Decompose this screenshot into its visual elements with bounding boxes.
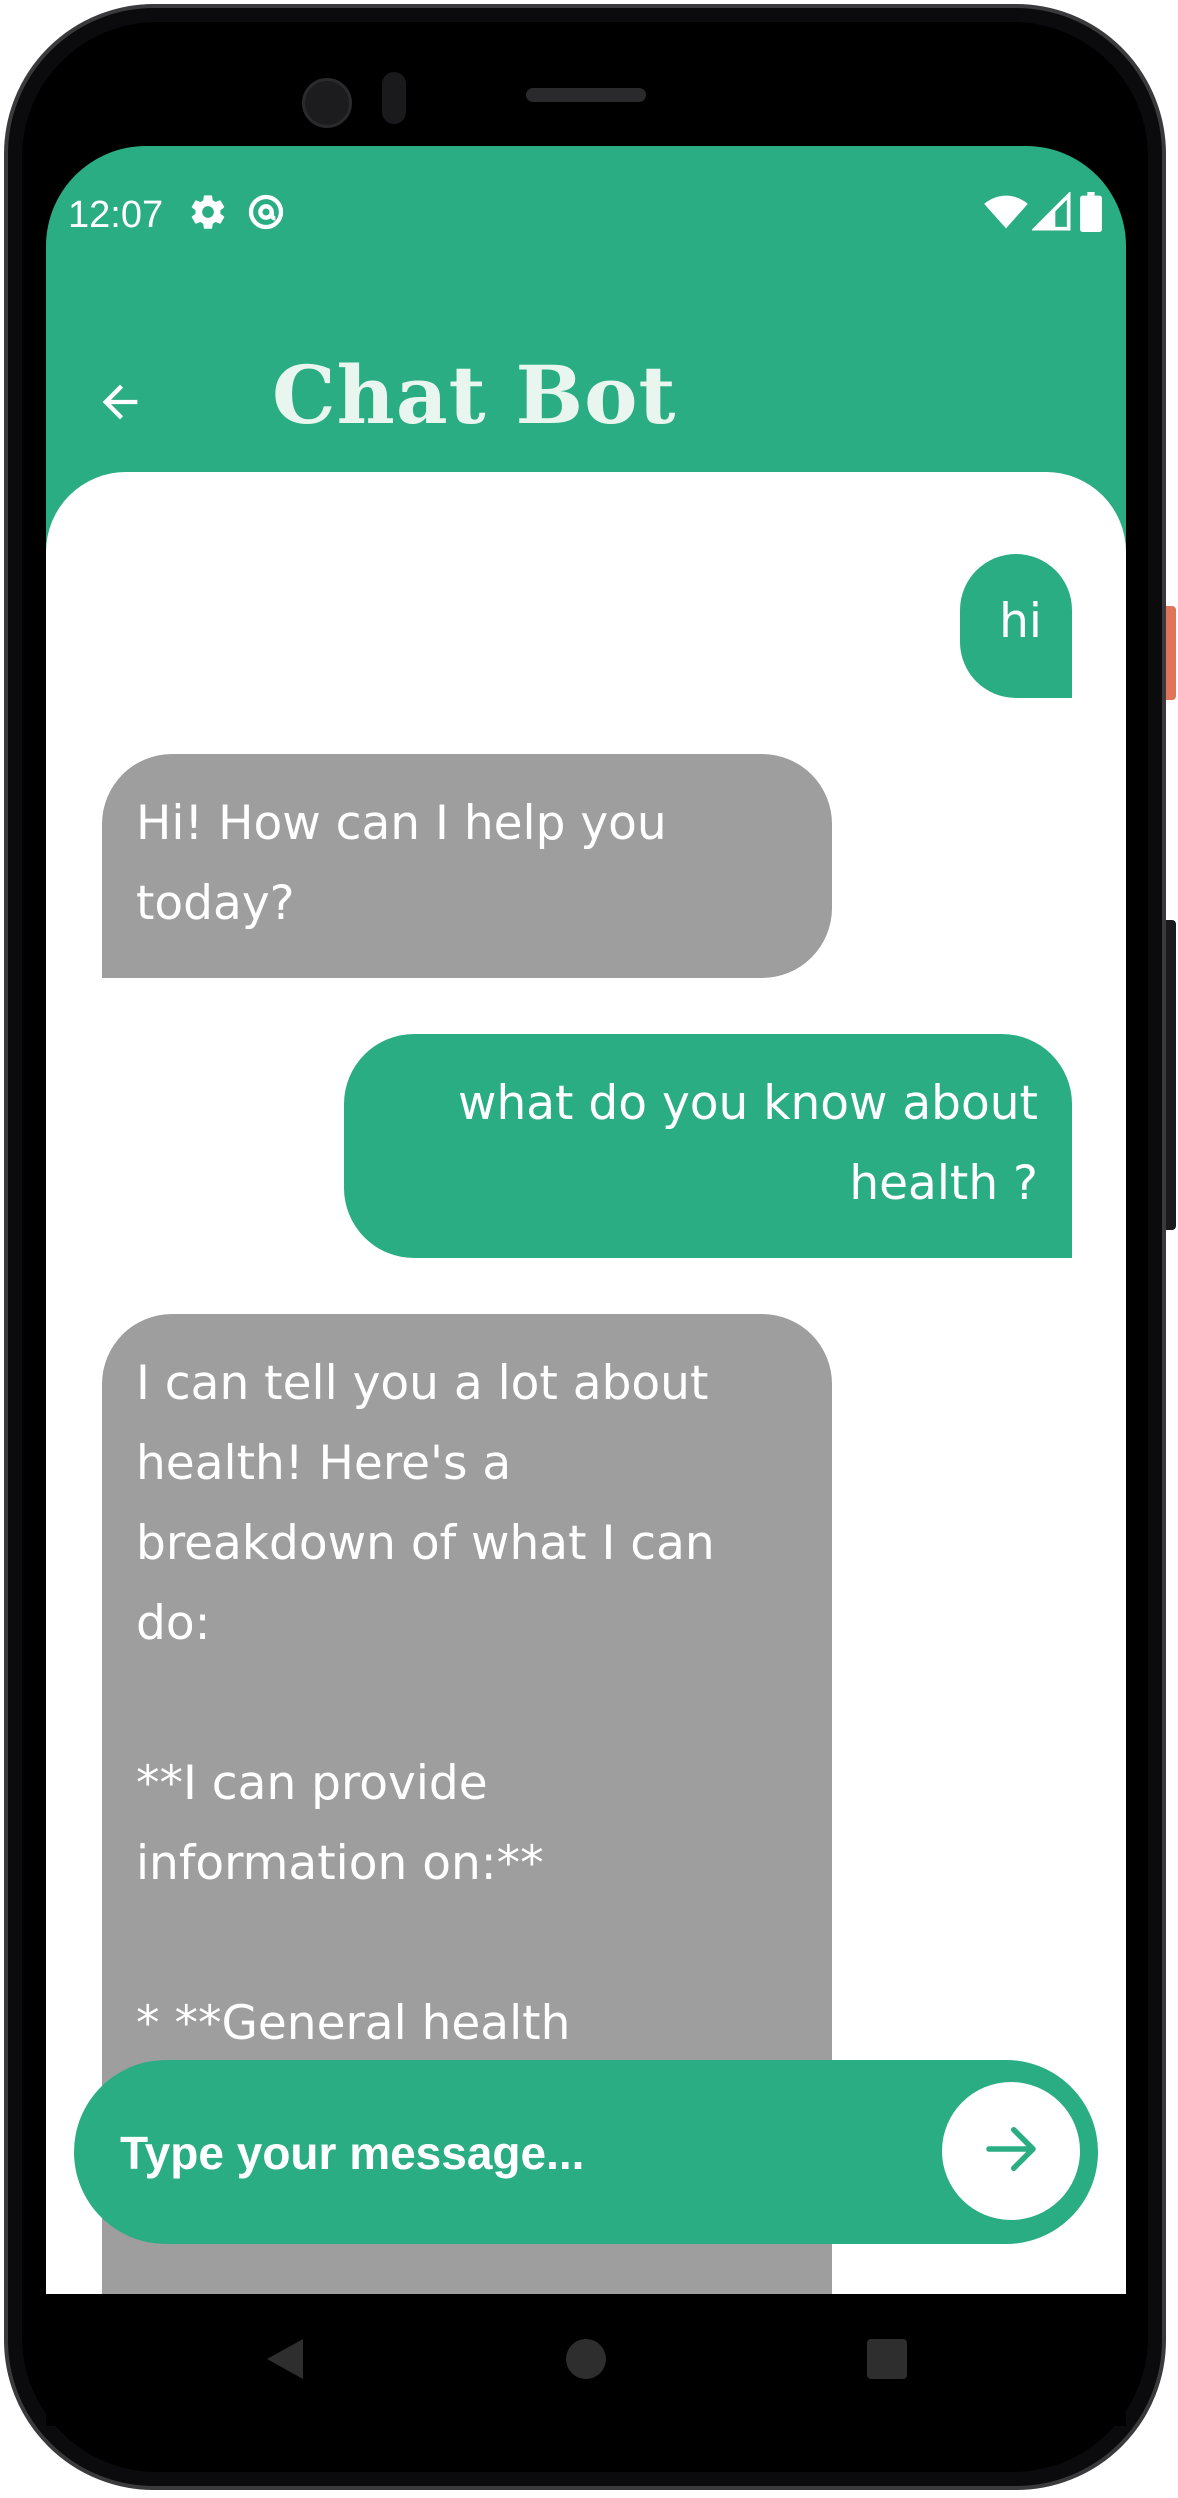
front-camera	[302, 78, 352, 128]
send-button[interactable]	[942, 2082, 1080, 2220]
home-circle-icon	[564, 2337, 608, 2386]
volume-button	[1166, 920, 1176, 1230]
status-time: 12:07	[68, 194, 164, 236]
back-button[interactable]	[82, 366, 158, 442]
gear-icon	[188, 192, 228, 232]
arrow-right-icon	[978, 2116, 1044, 2187]
nav-back-button[interactable]	[250, 2326, 320, 2396]
user-message: what do you know about health ?	[344, 1034, 1072, 1258]
battery-icon	[1078, 192, 1104, 232]
device: 12:07 Chat Bot hi Hi! How can I help you…	[0, 0, 1178, 2498]
wifi-icon	[984, 192, 1028, 232]
bot-message: Hi! How can I help you today?	[102, 754, 832, 978]
user-message: hi	[960, 554, 1072, 698]
system-nav-bar	[46, 2294, 1126, 2426]
back-triangle-icon	[263, 2335, 307, 2388]
at-sign-icon	[246, 192, 286, 232]
nav-home-button[interactable]	[551, 2326, 621, 2396]
app-bar: Chat Bot	[46, 322, 1126, 462]
nav-recents-button[interactable]	[852, 2326, 922, 2396]
page-title: Chat Bot	[272, 348, 677, 442]
earpiece-speaker	[526, 88, 646, 102]
status-bar: 12:07	[46, 146, 1126, 242]
screen: 12:07 Chat Bot hi Hi! How can I help you…	[46, 146, 1126, 2294]
power-button	[1166, 606, 1176, 700]
message-input[interactable]	[118, 2112, 882, 2194]
proximity-sensor	[382, 72, 406, 124]
signal-icon	[1030, 190, 1072, 232]
chat-list[interactable]: hi Hi! How can I help you today? what do…	[46, 472, 1126, 2294]
arrow-left-icon	[94, 376, 146, 433]
message-composer	[74, 2060, 1098, 2244]
recents-square-icon	[865, 2337, 909, 2386]
